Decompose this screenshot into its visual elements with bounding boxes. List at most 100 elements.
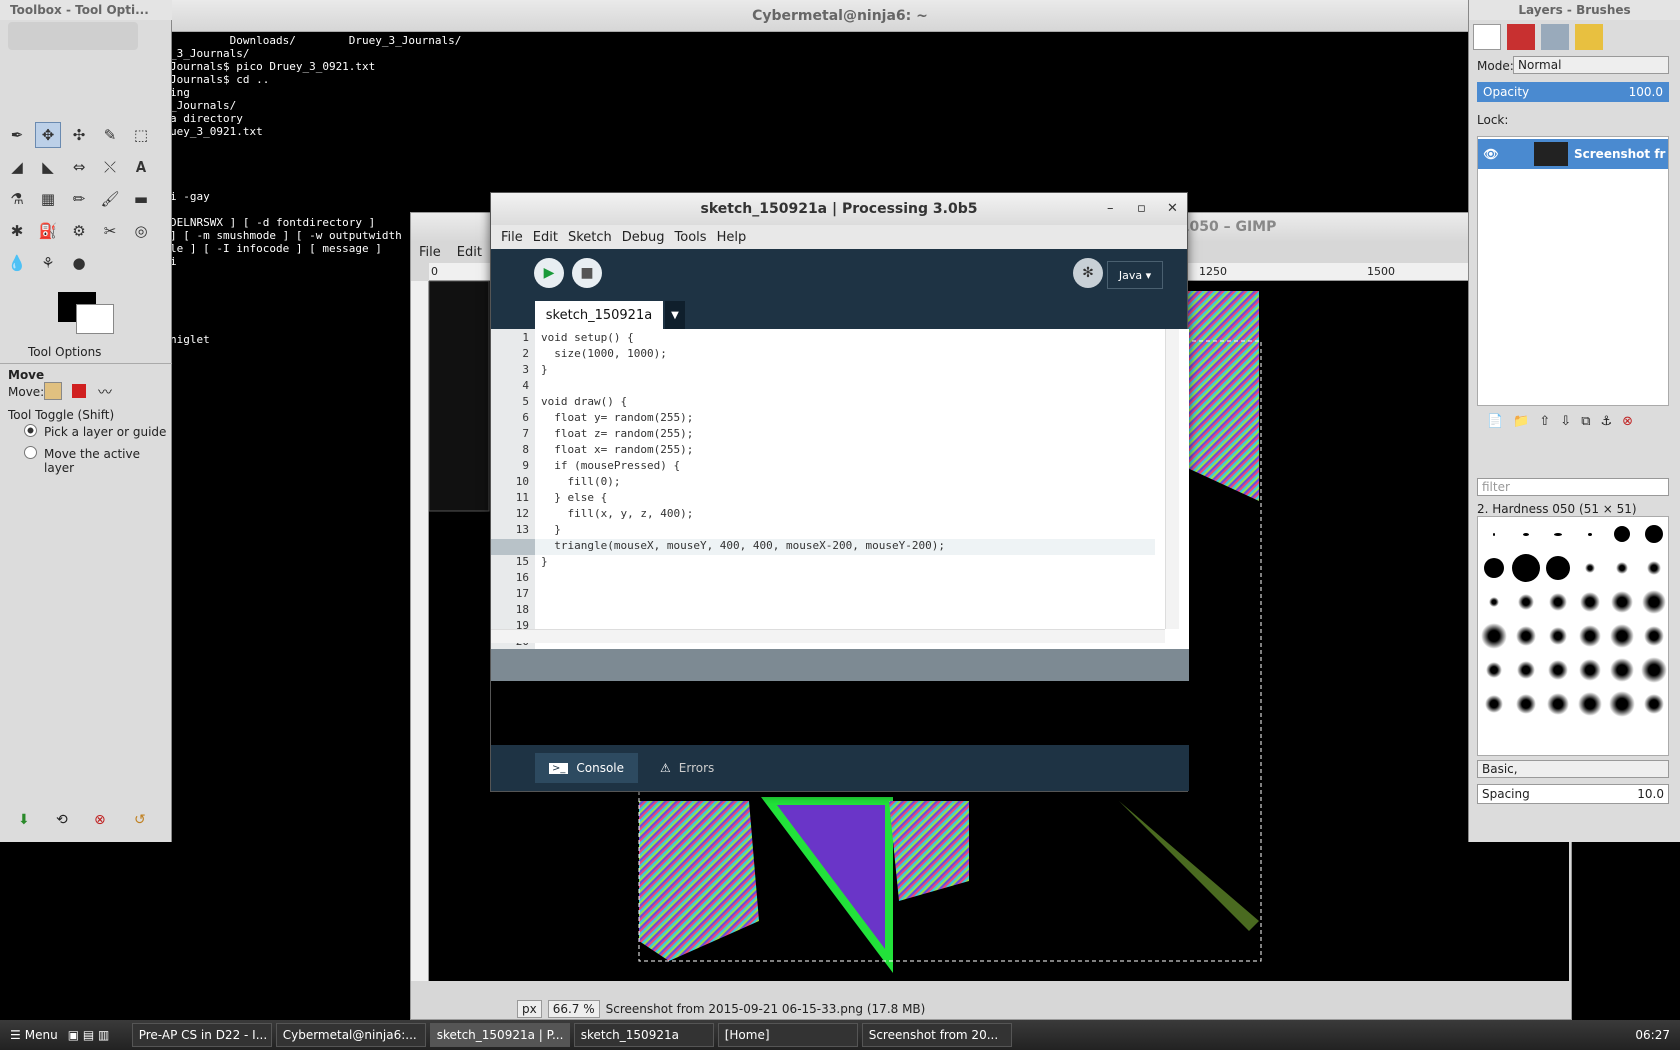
task-terminal[interactable]: Cybermetal@ninja6:... bbox=[275, 1023, 426, 1047]
menu-edit[interactable]: Edit bbox=[533, 230, 558, 245]
brush-swatch[interactable] bbox=[1542, 517, 1574, 551]
layers-tab-icon[interactable] bbox=[1473, 24, 1501, 50]
delete-layer-icon[interactable]: ⊗ bbox=[1622, 414, 1633, 434]
brush-swatch[interactable] bbox=[1574, 551, 1606, 585]
text-tool-icon[interactable]: 𝐀 bbox=[128, 154, 154, 180]
brush-swatch[interactable] bbox=[1606, 619, 1638, 653]
clock[interactable]: 06:27 bbox=[1635, 1028, 1680, 1042]
brush-swatch[interactable] bbox=[1478, 619, 1510, 653]
move-tool-icon[interactable]: ✥ bbox=[35, 122, 61, 148]
brush-swatch[interactable] bbox=[1574, 585, 1606, 619]
errors-tab[interactable]: ⚠ Errors bbox=[646, 753, 728, 783]
stop-button[interactable]: ■ bbox=[572, 258, 602, 288]
vertical-ruler[interactable] bbox=[411, 281, 429, 981]
task-gimp-image[interactable]: Screenshot from 20... bbox=[861, 1023, 1012, 1047]
tab-menu-button[interactable]: ▼ bbox=[665, 301, 685, 329]
airbrush-tool-icon[interactable]: ✱ bbox=[4, 218, 30, 244]
spacing-slider[interactable]: Spacing 10.0 bbox=[1477, 784, 1669, 804]
brush-swatch[interactable] bbox=[1638, 687, 1670, 721]
background-color-swatch[interactable] bbox=[76, 304, 114, 334]
brush-swatch[interactable] bbox=[1510, 687, 1542, 721]
lower-layer-icon[interactable]: ⇩ bbox=[1560, 414, 1571, 434]
ink-tool-icon[interactable]: ⛽ bbox=[35, 218, 61, 244]
mode-select[interactable]: Normal bbox=[1513, 56, 1669, 74]
layer-row[interactable]: 👁 Screenshot fr bbox=[1478, 139, 1668, 169]
minimize-icon[interactable]: – bbox=[1107, 201, 1114, 216]
brush-swatch[interactable] bbox=[1606, 585, 1638, 619]
brush-grid[interactable] bbox=[1477, 516, 1669, 756]
menu-tools[interactable]: Tools bbox=[675, 230, 707, 245]
brush-swatch[interactable] bbox=[1542, 619, 1574, 653]
task-sketch[interactable]: sketch_150921a bbox=[573, 1023, 714, 1047]
brush-swatch[interactable] bbox=[1638, 619, 1670, 653]
flip-tool-icon[interactable]: ⇔ bbox=[66, 154, 92, 180]
anchor-icon[interactable]: ⚓ bbox=[1600, 414, 1612, 434]
paths-tab-icon[interactable] bbox=[1541, 24, 1569, 50]
task-home[interactable]: [Home] bbox=[717, 1023, 858, 1047]
save-options-icon[interactable]: ⬇ bbox=[18, 812, 30, 828]
eye-icon[interactable]: 👁 bbox=[1478, 147, 1504, 161]
brush-swatch[interactable] bbox=[1542, 551, 1574, 585]
brush-swatch[interactable] bbox=[1574, 687, 1606, 721]
brush-swatch[interactable] bbox=[1542, 653, 1574, 687]
brush-swatch[interactable] bbox=[1606, 551, 1638, 585]
brush-swatch[interactable] bbox=[1510, 619, 1542, 653]
alignment-tool-icon[interactable]: ✣ bbox=[66, 122, 92, 148]
task-browser[interactable]: Pre-AP CS in D22 - I... bbox=[131, 1023, 272, 1047]
brush-swatch[interactable] bbox=[1638, 653, 1670, 687]
brush-swatch[interactable] bbox=[1542, 585, 1574, 619]
paintbrush-tool-icon[interactable]: 🖌 bbox=[97, 186, 123, 212]
eraser-tool-icon[interactable]: ▬ bbox=[128, 186, 154, 212]
brush-swatch[interactable] bbox=[1478, 687, 1510, 721]
brush-swatch[interactable] bbox=[1638, 585, 1670, 619]
move-active-radio[interactable] bbox=[24, 446, 37, 459]
brush-swatch[interactable] bbox=[1510, 653, 1542, 687]
start-menu-button[interactable]: ☰ Menu bbox=[4, 1023, 64, 1047]
task-processing[interactable]: sketch_150921a | P... bbox=[429, 1023, 570, 1047]
brush-swatch[interactable] bbox=[1606, 653, 1638, 687]
dodge-burn-tool-icon[interactable]: ● bbox=[66, 250, 92, 276]
shear-tool-icon[interactable]: ◢ bbox=[4, 154, 30, 180]
pick-layer-radio[interactable] bbox=[24, 424, 37, 437]
layer-list[interactable]: 👁 Screenshot fr bbox=[1477, 136, 1669, 406]
menu-file[interactable]: File bbox=[501, 230, 523, 245]
brush-preset-select[interactable]: Basic, bbox=[1477, 760, 1669, 778]
delete-options-icon[interactable]: ⊗ bbox=[94, 812, 106, 828]
reset-options-icon[interactable]: ↺ bbox=[134, 812, 146, 828]
brush-swatch[interactable] bbox=[1606, 517, 1638, 551]
perspective-tool-icon[interactable]: ◣ bbox=[35, 154, 61, 180]
duplicate-layer-icon[interactable]: ⧉ bbox=[1581, 414, 1590, 434]
debug-button[interactable]: ✻ bbox=[1073, 258, 1103, 288]
brush-swatch[interactable] bbox=[1574, 619, 1606, 653]
new-group-icon[interactable]: 📁 bbox=[1513, 414, 1529, 434]
editor-vertical-scrollbar[interactable] bbox=[1165, 329, 1179, 629]
menu-debug[interactable]: Debug bbox=[622, 230, 665, 245]
move-layer-icon[interactable] bbox=[44, 382, 62, 400]
brush-swatch[interactable] bbox=[1510, 585, 1542, 619]
mode-selector[interactable]: Java ▾ bbox=[1107, 261, 1163, 289]
brush-swatch[interactable] bbox=[1478, 517, 1510, 551]
free-select-tool-icon[interactable]: ✎ bbox=[97, 122, 123, 148]
brush-swatch[interactable] bbox=[1574, 653, 1606, 687]
opacity-slider[interactable]: Opacity 100.0 bbox=[1477, 82, 1669, 102]
console-output[interactable] bbox=[491, 681, 1189, 745]
move-path-icon[interactable]: 〰 bbox=[98, 382, 112, 402]
pencil-tool-icon[interactable]: ✏ bbox=[66, 186, 92, 212]
clone-tool-icon[interactable]: ⚙ bbox=[66, 218, 92, 244]
brush-swatch[interactable] bbox=[1638, 551, 1670, 585]
heal-tool-icon[interactable]: ✂ bbox=[97, 218, 123, 244]
menu-sketch[interactable]: Sketch bbox=[568, 230, 612, 245]
gimp-menu-edit[interactable]: Edit bbox=[457, 245, 482, 260]
crop-tool-icon[interactable]: ⬚ bbox=[128, 122, 154, 148]
console-tab[interactable]: >_ Console bbox=[535, 753, 639, 783]
brush-swatch[interactable] bbox=[1478, 551, 1510, 585]
brush-swatch[interactable] bbox=[1574, 517, 1606, 551]
brush-filter-input[interactable]: filter bbox=[1477, 478, 1669, 496]
zoom-select[interactable]: 66.7 % bbox=[547, 1000, 600, 1018]
move-selection-icon[interactable] bbox=[72, 384, 86, 398]
brush-swatch[interactable] bbox=[1510, 551, 1542, 585]
brush-swatch[interactable] bbox=[1638, 517, 1670, 551]
code-editor[interactable]: 1234567891011121314151617181920 void set… bbox=[491, 329, 1189, 649]
raise-layer-icon[interactable]: ⇧ bbox=[1539, 414, 1550, 434]
sketch-tab[interactable]: sketch_150921a bbox=[535, 301, 663, 329]
